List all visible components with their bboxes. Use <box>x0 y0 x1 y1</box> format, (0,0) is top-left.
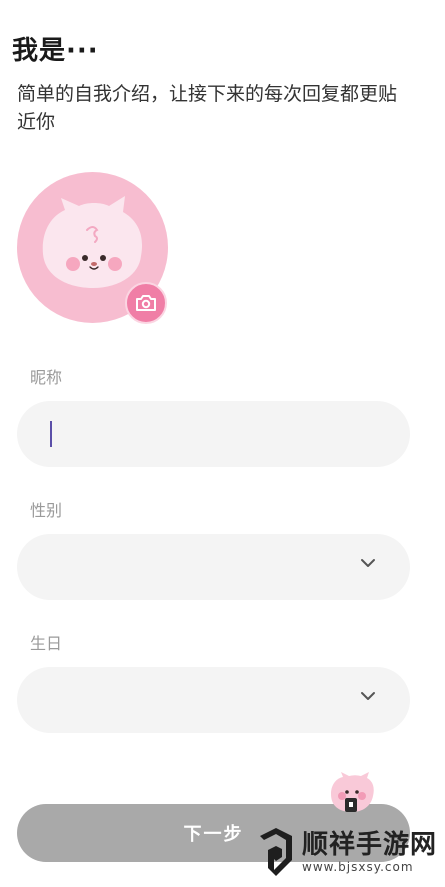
watermark-url: www.bjsxsy.com <box>302 860 414 874</box>
text-cursor <box>50 421 52 447</box>
profile-setup-page: 我是··· 简单的自我介绍，让接下来的每次回复都更贴近你 昵称 性别 生日 下一… <box>0 0 445 887</box>
nickname-input[interactable] <box>17 401 410 467</box>
page-title: 我是··· <box>12 36 99 66</box>
watermark-logo-icon <box>260 828 292 876</box>
chevron-down-icon <box>361 559 375 567</box>
chevron-down-icon <box>361 692 375 700</box>
gender-label: 性别 <box>30 501 63 520</box>
change-avatar-button[interactable] <box>125 282 167 324</box>
camera-icon <box>136 295 156 311</box>
avatar-picker[interactable] <box>17 172 168 324</box>
watermark: 顺祥手游网 www.bjsxsy.com <box>254 826 437 878</box>
watermark-name: 顺祥手游网 <box>302 830 438 860</box>
cat-mascot-icon <box>331 772 374 812</box>
page-subtitle: 简单的自我介绍，让接下来的每次回复都更贴近你 <box>17 83 398 133</box>
gender-select[interactable] <box>17 534 410 600</box>
birthday-select[interactable] <box>17 667 410 733</box>
nickname-label: 昵称 <box>30 368 63 387</box>
birthday-label: 生日 <box>30 634 63 653</box>
